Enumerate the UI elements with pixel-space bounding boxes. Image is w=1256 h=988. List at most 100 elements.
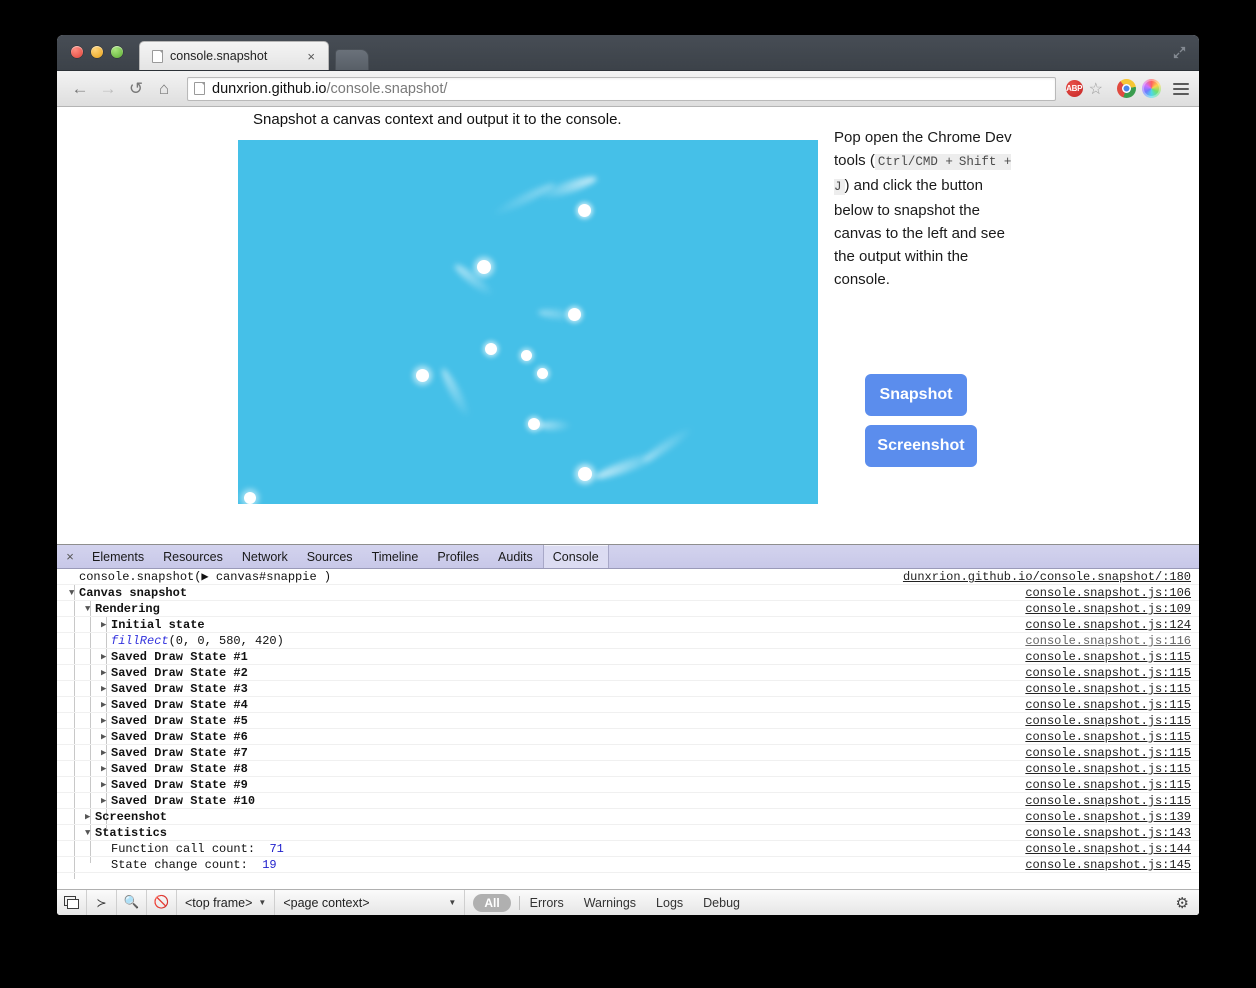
console-row[interactable]: ▼ Statistics console.snapshot.js:143 bbox=[57, 825, 1199, 841]
console-source-link[interactable]: console.snapshot.js:116 bbox=[1025, 634, 1191, 648]
devtools-tab-console[interactable]: Console bbox=[542, 545, 609, 568]
disclosure-collapsed-icon[interactable]: ▶ bbox=[101, 620, 111, 630]
console-row[interactable]: ▶ Saved Draw State #8 console.snapshot.js:… bbox=[57, 761, 1199, 777]
console-output[interactable]: console.snapshot(▶ canvas#snappie ) dunxr… bbox=[57, 569, 1199, 889]
console-source-link[interactable]: console.snapshot.js:115 bbox=[1025, 682, 1191, 696]
context-select[interactable]: <page context> ▼ bbox=[275, 889, 466, 915]
adblock-plus-icon[interactable]: ABP bbox=[1065, 80, 1083, 97]
reload-button[interactable]: ↺ bbox=[123, 76, 149, 102]
console-row[interactable]: ▶ Saved Draw State #10 console.snapshot.js… bbox=[57, 793, 1199, 809]
console-row[interactable]: ▶ Saved Draw State #5 console.snapshot.js:… bbox=[57, 713, 1199, 729]
console-source-link[interactable]: console.snapshot.js:124 bbox=[1025, 618, 1191, 632]
devtools-close-icon[interactable]: × bbox=[57, 545, 83, 568]
bookmark-star-icon[interactable]: ☆ bbox=[1089, 79, 1103, 99]
browser-tab[interactable]: console.snapshot × bbox=[139, 41, 329, 70]
filter-errors-button[interactable]: Errors bbox=[520, 896, 574, 910]
console-row[interactable]: ▼ Rendering console.snapshot.js:109 bbox=[57, 601, 1199, 617]
frame-select[interactable]: <top frame> ▼ bbox=[177, 889, 276, 915]
page-info-icon bbox=[194, 82, 205, 95]
disclosure-collapsed-icon[interactable]: ▶ bbox=[101, 684, 111, 694]
console-source-link[interactable]: console.snapshot.js:115 bbox=[1025, 778, 1191, 792]
devtools-tab-timeline[interactable]: Timeline bbox=[363, 545, 429, 568]
disclosure-collapsed-icon[interactable]: ▶ bbox=[101, 652, 111, 662]
disclosure-collapsed-icon[interactable]: ▶ bbox=[101, 764, 111, 774]
console-source-link[interactable]: console.snapshot.js:115 bbox=[1025, 762, 1191, 776]
filter-warnings-button[interactable]: Warnings bbox=[574, 896, 646, 910]
settings-gear-icon[interactable]: ⚙ bbox=[1176, 894, 1189, 912]
console-source-link[interactable]: console.snapshot.js:143 bbox=[1025, 826, 1191, 840]
console-source-link[interactable]: console.snapshot.js:106 bbox=[1025, 586, 1191, 600]
console-source-link[interactable]: console.snapshot.js:115 bbox=[1025, 666, 1191, 680]
console-source-link[interactable]: console.snapshot.js:115 bbox=[1025, 714, 1191, 728]
console-row-text: Screenshot bbox=[95, 809, 168, 824]
disclosure-expanded-icon[interactable]: ▼ bbox=[69, 588, 79, 598]
dock-side-icon[interactable] bbox=[57, 889, 87, 915]
console-source-link[interactable]: console.snapshot.js:115 bbox=[1025, 698, 1191, 712]
particle-canvas[interactable] bbox=[238, 140, 818, 504]
home-button[interactable]: ⌂ bbox=[151, 76, 177, 102]
console-source-link[interactable]: console.snapshot.js:115 bbox=[1025, 794, 1191, 808]
console-source-link[interactable]: console.snapshot.js:109 bbox=[1025, 602, 1191, 616]
disclosure-expanded-icon[interactable]: ▼ bbox=[85, 828, 95, 838]
console-source-link[interactable]: console.snapshot.js:145 bbox=[1025, 858, 1191, 872]
devtools-tab-resources[interactable]: Resources bbox=[154, 545, 233, 568]
console-row[interactable]: ▶ Initial state console.snapshot.js:124 bbox=[57, 617, 1199, 633]
console-source-link[interactable]: console.snapshot.js:144 bbox=[1025, 842, 1191, 856]
devtools-tab-label: Resources bbox=[163, 549, 223, 564]
disclosure-collapsed-icon[interactable]: ▶ bbox=[101, 748, 111, 758]
console-row[interactable]: ▼ Canvas snapshot console.snapshot.js:106 bbox=[57, 585, 1199, 601]
disclosure-expanded-icon[interactable]: ▼ bbox=[85, 604, 95, 614]
maximize-window-button[interactable] bbox=[111, 46, 123, 58]
filter-debug-button[interactable]: Debug bbox=[693, 896, 750, 910]
close-window-button[interactable] bbox=[71, 46, 83, 58]
console-row[interactable]: fillRect(0, 0, 580, 420) console.snapshot… bbox=[57, 633, 1199, 649]
clear-console-icon[interactable]: 🚫 bbox=[147, 889, 177, 915]
disclosure-collapsed-icon[interactable]: ▶ bbox=[85, 812, 95, 822]
profile-avatar-icon[interactable] bbox=[1142, 79, 1161, 98]
console-source-link[interactable]: console.snapshot.js:115 bbox=[1025, 650, 1191, 664]
disclosure-collapsed-icon[interactable]: ▶ bbox=[101, 668, 111, 678]
search-icon[interactable]: 🔍 bbox=[117, 889, 147, 915]
console-row[interactable]: ▶ Saved Draw State #7 console.snapshot.js:… bbox=[57, 745, 1199, 761]
disclosure-collapsed-icon[interactable]: ▶ bbox=[101, 732, 111, 742]
disclosure-collapsed-icon[interactable]: ▶ bbox=[101, 780, 111, 790]
new-tab-button[interactable] bbox=[335, 49, 369, 70]
particle-trail bbox=[489, 180, 557, 219]
filter-logs-button[interactable]: Logs bbox=[646, 896, 693, 910]
disclosure-collapsed-icon[interactable]: ▶ bbox=[101, 700, 111, 710]
console-row[interactable]: ▶ Saved Draw State #9 console.snapshot.js:… bbox=[57, 777, 1199, 793]
devtools-tab-network[interactable]: Network bbox=[233, 545, 298, 568]
console-row[interactable]: ▶ Saved Draw State #2 console.snapshot.js:… bbox=[57, 665, 1199, 681]
back-button[interactable]: ← bbox=[67, 76, 93, 102]
console-row[interactable]: ▶ Saved Draw State #1 console.snapshot.js:… bbox=[57, 649, 1199, 665]
filter-all-button[interactable]: All bbox=[473, 893, 511, 912]
disclosure-collapsed-icon[interactable]: ▶ bbox=[101, 796, 111, 806]
chrome-extension-icon[interactable] bbox=[1117, 79, 1136, 98]
chrome-menu-icon[interactable] bbox=[1173, 82, 1189, 95]
devtools-tab-sources[interactable]: Sources bbox=[298, 545, 363, 568]
console-row[interactable]: ▶ Screenshot console.snapshot.js:139 bbox=[57, 809, 1199, 825]
console-row[interactable]: State change count: 19 console.snapshot.j… bbox=[57, 857, 1199, 873]
console-row[interactable]: ▶ Saved Draw State #3 console.snapshot.js:… bbox=[57, 681, 1199, 697]
address-bar[interactable]: dunxrion.github.io/console.snapshot/ bbox=[187, 76, 1056, 101]
fullscreen-icon[interactable] bbox=[1172, 45, 1187, 60]
console-row[interactable]: Function call count: 71 console.snapshot.… bbox=[57, 841, 1199, 857]
console-row[interactable]: ▶ Saved Draw State #6 console.snapshot.js:… bbox=[57, 729, 1199, 745]
console-source-link[interactable]: console.snapshot.js:115 bbox=[1025, 746, 1191, 760]
forward-button[interactable]: → bbox=[95, 76, 121, 102]
disclosure-collapsed-icon[interactable]: ▶ bbox=[101, 716, 111, 726]
devtools-tab-profiles[interactable]: Profiles bbox=[428, 545, 489, 568]
snapshot-button[interactable]: Snapshot bbox=[865, 374, 967, 416]
devtools-tab-label: Profiles bbox=[437, 549, 480, 564]
minimize-window-button[interactable] bbox=[91, 46, 103, 58]
console-source-link[interactable]: console.snapshot.js:139 bbox=[1025, 810, 1191, 824]
console-row[interactable]: console.snapshot(▶ canvas#snappie ) dunxr… bbox=[57, 569, 1199, 585]
devtools-tab-elements[interactable]: Elements bbox=[83, 545, 154, 568]
console-row[interactable]: ▶ Saved Draw State #4 console.snapshot.js:… bbox=[57, 697, 1199, 713]
close-tab-icon[interactable]: × bbox=[304, 50, 318, 63]
devtools-tab-audits[interactable]: Audits bbox=[489, 545, 543, 568]
console-drawer-icon[interactable]: ≻ bbox=[87, 889, 117, 915]
screenshot-button[interactable]: Screenshot bbox=[865, 425, 977, 467]
console-source-link[interactable]: dunxrion.github.io/console.snapshot/:180 bbox=[903, 570, 1191, 584]
console-source-link[interactable]: console.snapshot.js:115 bbox=[1025, 730, 1191, 744]
